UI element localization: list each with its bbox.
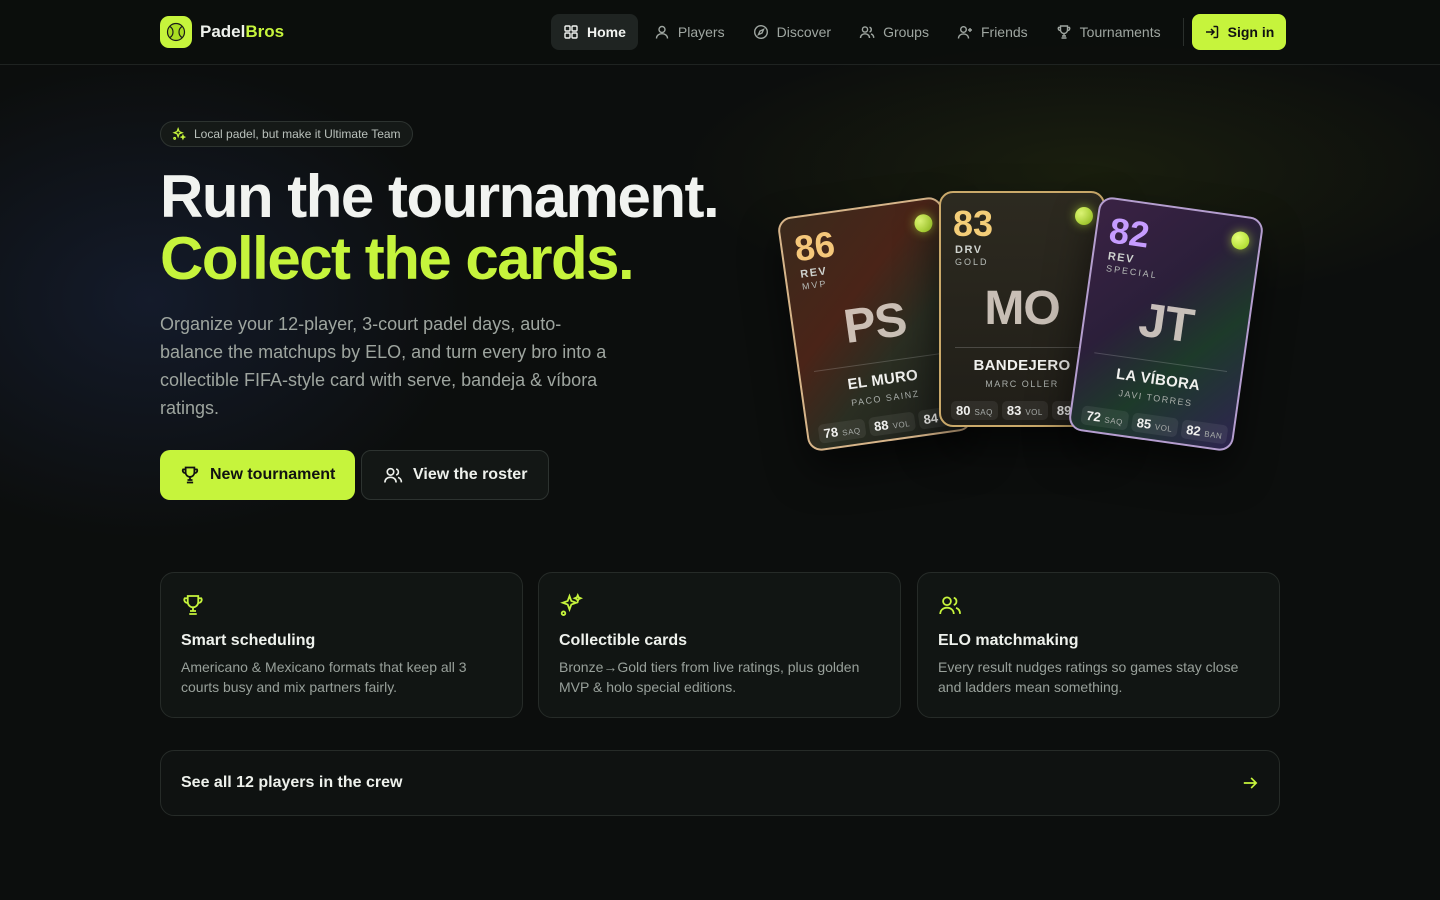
- card-stat: 82 BAN: [1180, 419, 1229, 445]
- card-initials: PS: [840, 292, 910, 355]
- hero-title: Run the tournament. Collect the cards.: [160, 163, 720, 292]
- user-plus-icon: [957, 26, 972, 39]
- card-tier: MVP: [801, 278, 829, 292]
- card-initials: JT: [1135, 293, 1197, 354]
- feature-description: Every result nudges ratings so games sta…: [938, 659, 1239, 695]
- compass-icon: [753, 24, 768, 40]
- feature-card-collectible: Collectible cards Bronze→Gold tiers from…: [538, 572, 901, 718]
- main-nav: Home Players Discover Groups Friends Tou…: [551, 14, 1287, 50]
- nav-divider: [1182, 18, 1184, 46]
- card-stat: 83 VOL: [1001, 401, 1048, 420]
- brand-logo-link[interactable]: PadelBros: [160, 16, 284, 48]
- card-tier: GOLD: [955, 257, 989, 267]
- nav-friends[interactable]: Friends: [945, 14, 1040, 50]
- trophy-icon: [183, 595, 203, 615]
- card-stat: 85 VOL: [1130, 412, 1179, 438]
- users-icon: [939, 596, 961, 615]
- card-rating: 82: [1106, 209, 1153, 256]
- card-stat: 72 SAQ: [1080, 405, 1130, 431]
- new-tournament-button[interactable]: New tournament: [160, 450, 356, 500]
- card-tier: SPECIAL: [1105, 263, 1159, 281]
- brand-name: PadelBros: [200, 22, 285, 41]
- nav-groups[interactable]: Groups: [847, 14, 941, 50]
- hero-description: Organize your 12-player, 3-court padel d…: [160, 314, 607, 418]
- hero-tagline-pill: Local padel, but make it Ultimate Team: [160, 121, 413, 147]
- see-all-players-link[interactable]: See all 12 players in the crew: [160, 750, 1280, 816]
- card-rating: 86: [791, 223, 838, 270]
- new-tournament-label: New tournament: [210, 466, 336, 483]
- feature-description: Americano & Mexicano formats that keep a…: [181, 659, 467, 695]
- users-icon: [859, 26, 875, 39]
- nav-groups-label: Groups: [883, 24, 929, 40]
- feature-title: Collectible cards: [559, 632, 688, 649]
- card-initials: MO: [984, 282, 1060, 335]
- card-rating: 83: [953, 203, 994, 244]
- card-divider: [955, 347, 1089, 348]
- hero-title-line1: Run the tournament.: [160, 163, 720, 230]
- feature-description: Bronze→Gold tiers from live ratings, plu…: [559, 659, 860, 695]
- tennis-ball-icon: [160, 16, 192, 48]
- trophy-icon: [1057, 25, 1071, 39]
- see-all-players-label: See all 12 players in the crew: [181, 774, 403, 791]
- nav-home[interactable]: Home: [551, 14, 638, 50]
- trophy-icon: [181, 466, 199, 484]
- tennis-ball-icon: [1075, 207, 1093, 225]
- hero-title-line2: Collect the cards.: [160, 225, 635, 292]
- users-icon: [384, 467, 403, 483]
- feature-title: Smart scheduling: [181, 632, 316, 649]
- nav-tournaments[interactable]: Tournaments: [1044, 14, 1173, 50]
- sign-in-label: Sign in: [1227, 24, 1275, 40]
- feature-card-scheduling: Smart scheduling Americano & Mexicano fo…: [160, 572, 523, 718]
- card-stat: 78 SAQ: [817, 418, 867, 444]
- sign-in-icon: [1205, 25, 1218, 39]
- tagline-text: Local padel, but make it Ultimate Team: [194, 127, 401, 141]
- card-stat: 88 VOL: [867, 411, 917, 437]
- card-stat: 80 SAQ: [951, 401, 998, 420]
- top-nav: PadelBros Home Players Discover Groups F…: [0, 0, 1440, 65]
- sparkles-icon: [560, 592, 584, 616]
- tennis-ball-icon: [913, 213, 934, 234]
- view-roster-label: View the roster: [413, 466, 528, 483]
- card-stats: 72 SAQ 85 VOL 82 BAN: [1080, 405, 1229, 445]
- grid-icon: [564, 25, 578, 39]
- user-icon: [655, 25, 669, 39]
- nav-tournaments-label: Tournaments: [1079, 24, 1161, 40]
- nav-players-label: Players: [677, 24, 725, 40]
- nav-players[interactable]: Players: [642, 14, 737, 50]
- player-card-jt[interactable]: 82 REV SPECIAL JT LA VÍBORA JAVI TORRES …: [1067, 195, 1265, 453]
- feature-card-elo: ELO matchmaking Every result nudges rati…: [917, 572, 1280, 718]
- view-roster-button[interactable]: View the roster: [361, 450, 550, 500]
- nav-home-label: Home: [587, 24, 626, 40]
- sparkles-icon: [172, 127, 186, 141]
- card-position: DRV: [955, 244, 983, 256]
- nav-friends-label: Friends: [980, 24, 1028, 40]
- sign-in-button[interactable]: Sign in: [1191, 14, 1287, 50]
- arrow-right-icon: [1243, 777, 1258, 789]
- nav-discover-label: Discover: [776, 24, 832, 40]
- nav-discover[interactable]: Discover: [741, 14, 843, 50]
- feature-title: ELO matchmaking: [938, 632, 1079, 649]
- tennis-ball-icon: [1230, 230, 1251, 251]
